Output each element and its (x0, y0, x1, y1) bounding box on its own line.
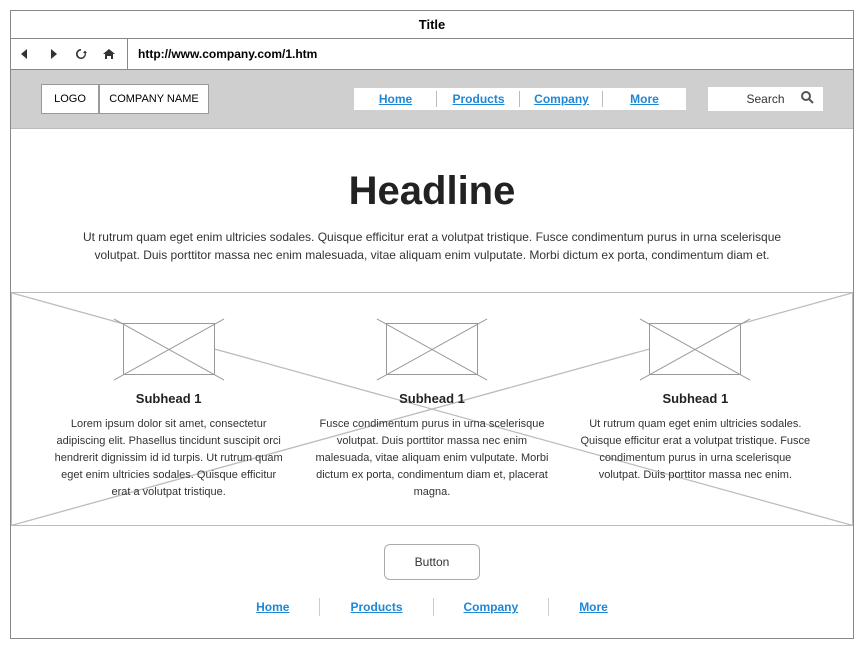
feature-section: Subhead 1 Lorem ipsum dolor sit amet, co… (11, 292, 853, 526)
window-title: Title (11, 11, 853, 39)
feature-title: Subhead 1 (52, 391, 285, 406)
image-placeholder-icon (649, 323, 741, 375)
url-input[interactable] (130, 41, 853, 67)
main-nav: Home Products Company More Search (354, 87, 823, 111)
nav-item-home[interactable]: Home (354, 88, 437, 110)
nav-link[interactable]: Home (379, 92, 412, 106)
feature-body: Ut rutrum quam eget enim ultricies sodal… (579, 416, 812, 484)
footer-separator (433, 598, 434, 616)
feature-columns: Subhead 1 Lorem ipsum dolor sit amet, co… (52, 323, 812, 501)
browser-window: Title LOGO COMPANY NAME Home Products Co… (10, 10, 854, 639)
search-icon (800, 90, 815, 110)
footer-link-home[interactable]: Home (256, 600, 289, 614)
company-name: COMPANY NAME (99, 84, 209, 114)
nav-link[interactable]: Products (452, 92, 504, 106)
footer-link-more[interactable]: More (579, 600, 608, 614)
feature-column: Subhead 1 Lorem ipsum dolor sit amet, co… (52, 323, 285, 501)
nav-item-products[interactable]: Products (437, 88, 520, 110)
logo: LOGO (41, 84, 99, 114)
footer-link-products[interactable]: Products (350, 600, 402, 614)
back-button[interactable] (11, 39, 39, 69)
hero-section: Headline Ut rutrum quam eget enim ultric… (11, 129, 853, 292)
feature-title: Subhead 1 (579, 391, 812, 406)
browser-toolbar (11, 39, 853, 70)
image-placeholder-icon (123, 323, 215, 375)
search-box[interactable]: Search (708, 87, 823, 111)
feature-column: Subhead 1 Ut rutrum quam eget enim ultri… (579, 323, 812, 501)
nav-link[interactable]: More (630, 92, 659, 106)
footer-nav: Home Products Company More (11, 588, 853, 638)
site-header: LOGO COMPANY NAME Home Products Company … (11, 70, 853, 129)
headline: Headline (71, 169, 793, 214)
feature-title: Subhead 1 (315, 391, 548, 406)
cta-button[interactable]: Button (384, 544, 480, 580)
feature-body: Lorem ipsum dolor sit amet, consectetur … (52, 416, 285, 501)
search-placeholder: Search (746, 92, 784, 106)
nav-item-more[interactable]: More (603, 88, 686, 110)
nav-link[interactable]: Company (534, 92, 589, 106)
feature-column: Subhead 1 Fusce condimentum purus in urn… (315, 323, 548, 501)
feature-body: Fusce condimentum purus in urna sceleris… (315, 416, 548, 501)
home-button[interactable] (95, 39, 123, 69)
footer-link-company[interactable]: Company (464, 600, 519, 614)
cta-section: Button (11, 526, 853, 588)
reload-button[interactable] (67, 39, 95, 69)
toolbar-separator (127, 39, 128, 69)
footer-separator (548, 598, 549, 616)
forward-button[interactable] (39, 39, 67, 69)
hero-body: Ut rutrum quam eget enim ultricies sodal… (71, 228, 793, 264)
image-placeholder-icon (386, 323, 478, 375)
nav-item-company[interactable]: Company (520, 88, 603, 110)
footer-separator (319, 598, 320, 616)
